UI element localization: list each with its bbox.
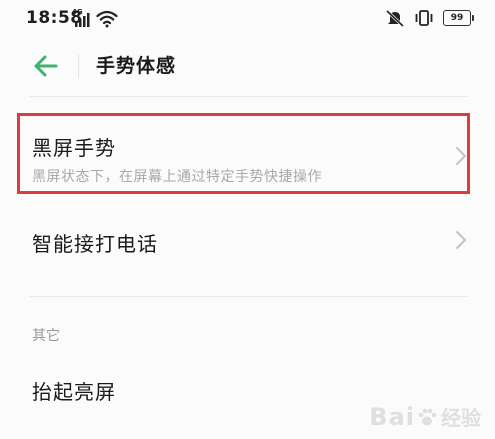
list-item-smart-call[interactable]: 智能接打电话 [0,208,495,274]
item-subtitle: 黑屏状态下，在屏幕上通过特定手势快捷操作 [32,169,322,185]
cellular-signal-icon: 4G [72,8,92,28]
list-item-black-screen-gesture[interactable]: 黑屏手势 黑屏状态下，在屏幕上通过特定手势快捷操作 [0,118,495,192]
paw-icon [416,406,438,428]
status-icons-right: 99 [385,8,474,28]
section-divider [30,296,467,297]
item-title: 抬起亮屏 [32,380,116,404]
header-divider [78,54,79,78]
status-bar: 18:58 4G 99 [0,0,495,38]
settings-screen: 18:58 4G 99 手势体感 黑屏手势 黑屏状态下，在屏幕上通过特定手势快捷… [0,0,495,439]
watermark-brand: Bai [369,402,415,431]
chevron-right-icon [455,230,467,250]
chevron-right-icon [455,146,467,166]
status-icons-left: 4G [72,8,118,28]
battery-icon: 99 [443,10,474,26]
watermark-suffix: 经验 [441,406,481,430]
item-title: 智能接打电话 [32,232,158,256]
baidu-watermark: Bai 经验 [369,402,481,431]
header-bottom-divider [30,96,467,97]
vibrate-icon [413,9,435,27]
back-arrow-icon[interactable] [30,52,62,80]
section-header-other: 其它 [32,328,60,344]
header: 手势体感 [0,38,495,94]
page-title: 手势体感 [96,55,177,77]
item-title: 黑屏手势 [32,136,116,160]
wifi-icon [96,10,118,28]
mute-icon [385,9,405,28]
